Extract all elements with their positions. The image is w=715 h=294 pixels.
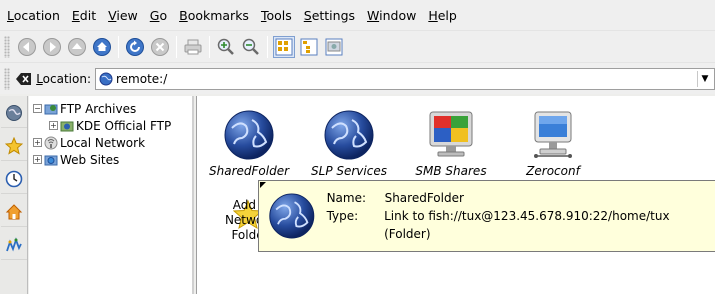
star-icon — [5, 136, 23, 155]
toolbar-separator — [209, 35, 210, 58]
expand-icon[interactable]: + — [33, 155, 42, 164]
tooltip-name-value: SharedFolder — [384, 191, 464, 205]
icon-item-label: SLP Services — [311, 164, 387, 178]
sidebar-tab-home[interactable] — [1, 197, 27, 227]
tree-item-kde-official-ftp[interactable]: + KDE Official FTP — [29, 117, 192, 134]
location-dropdown-button[interactable]: ▼ — [697, 70, 712, 87]
icon-item-label: Zeroconf — [526, 164, 580, 178]
menu-bookmarks[interactable]: Bookmarks — [179, 8, 249, 23]
icon-item-shared-folder[interactable]: SharedFolder — [209, 106, 289, 178]
toolbar-separator — [267, 35, 268, 58]
location-value: remote:/ — [116, 71, 168, 86]
toolbar-grip[interactable] — [4, 67, 10, 90]
tree-item-web-sites[interactable]: + Web Sites — [29, 151, 192, 168]
web-sites-icon — [44, 153, 58, 167]
collapse-icon[interactable]: − — [33, 104, 42, 113]
menu-go[interactable]: Go — [150, 8, 167, 23]
menu-edit[interactable]: Edit — [72, 8, 96, 23]
icon-item-label: SMB Shares — [415, 164, 487, 178]
tree-item-label: KDE Official FTP — [76, 118, 172, 133]
navigation-tree: − FTP Archives + KDE Official FTP + Loca… — [29, 96, 194, 294]
preview-view-icon[interactable] — [323, 36, 345, 58]
tooltip-type-key: Type: — [326, 209, 359, 223]
zoom-out-icon[interactable] — [240, 36, 262, 58]
icon-view-icon[interactable] — [273, 35, 295, 58]
menu-tools[interactable]: Tools — [261, 8, 292, 23]
location-input[interactable]: remote:/ ▼ — [95, 67, 715, 90]
network-globe-icon — [99, 72, 113, 86]
print-icon[interactable] — [182, 36, 204, 58]
history-clock-icon — [5, 170, 23, 187]
tree-view-icon[interactable] — [298, 36, 320, 58]
services-icon — [6, 236, 22, 252]
menu-view[interactable]: View — [108, 8, 138, 23]
icon-item-zeroconf[interactable]: Zeroconf — [513, 106, 593, 178]
icon-item-label: SharedFolder — [209, 164, 290, 178]
windows-monitor-icon — [429, 111, 473, 157]
sidebar-tabs — [0, 96, 28, 294]
toolbar-separator — [176, 35, 177, 58]
sidebar-tab-history[interactable] — [1, 164, 27, 194]
local-network-icon — [44, 136, 58, 150]
stop-icon[interactable] — [149, 36, 171, 58]
network-globe-icon — [324, 110, 374, 160]
clear-location-icon[interactable] — [15, 70, 33, 88]
reload-icon[interactable] — [124, 36, 146, 58]
menu-help[interactable]: Help — [428, 8, 457, 23]
network-globe-icon — [269, 193, 315, 239]
sidebar-tab-services[interactable] — [1, 230, 27, 260]
sidebar-tab-network[interactable] — [1, 98, 27, 128]
tooltip-name-key: Name: — [326, 191, 367, 205]
forward-icon[interactable] — [41, 36, 63, 58]
file-info-tooltip: Name: SharedFolder Type: Link to fish://… — [258, 180, 715, 252]
main-toolbar — [0, 30, 715, 62]
tree-item-local-network[interactable]: + Local Network — [29, 134, 192, 151]
menu-location[interactable]: Location — [7, 8, 60, 23]
home-icon[interactable] — [91, 36, 113, 58]
icon-item-slp-services[interactable]: SLP Services — [309, 106, 389, 178]
sidebar-tab-bookmarks[interactable] — [1, 131, 27, 161]
tree-item-label: FTP Archives — [60, 101, 137, 116]
chevron-down-icon: ▼ — [701, 73, 709, 84]
toolbar-grip[interactable] — [4, 35, 10, 58]
tooltip-corner-icon — [260, 182, 266, 188]
icon-item-smb-shares[interactable]: SMB Shares — [411, 106, 491, 178]
home-folder-icon — [5, 203, 23, 219]
up-icon[interactable] — [66, 36, 88, 58]
tree-item-label: Web Sites — [60, 152, 120, 167]
tooltip-type-value: Link to fish://tux@123.45.678.910:22/hom… — [384, 209, 670, 241]
expand-icon[interactable]: + — [49, 121, 58, 130]
ftp-folder-icon — [44, 102, 58, 116]
network-globe-icon — [224, 110, 274, 160]
menu-window[interactable]: Window — [367, 8, 416, 23]
expand-icon[interactable]: + — [33, 138, 42, 147]
ftp-site-icon — [60, 119, 74, 133]
back-icon[interactable] — [16, 36, 38, 58]
menu-settings[interactable]: Settings — [304, 8, 355, 23]
location-toolbar: Location: remote:/ ▼ — [0, 62, 715, 94]
location-label: Location: — [36, 71, 91, 86]
network-icon — [6, 104, 22, 121]
computer-monitor-icon — [534, 111, 572, 158]
tree-item-label: Local Network — [60, 135, 146, 150]
tree-item-ftp-archives[interactable]: − FTP Archives — [29, 100, 192, 117]
menubar: Location Edit View Go Bookmarks Tools Se… — [0, 0, 715, 30]
tooltip-text: Name: SharedFolder Type: Link to fish://… — [327, 189, 715, 243]
toolbar-separator — [118, 35, 119, 58]
zoom-in-icon[interactable] — [215, 36, 237, 58]
